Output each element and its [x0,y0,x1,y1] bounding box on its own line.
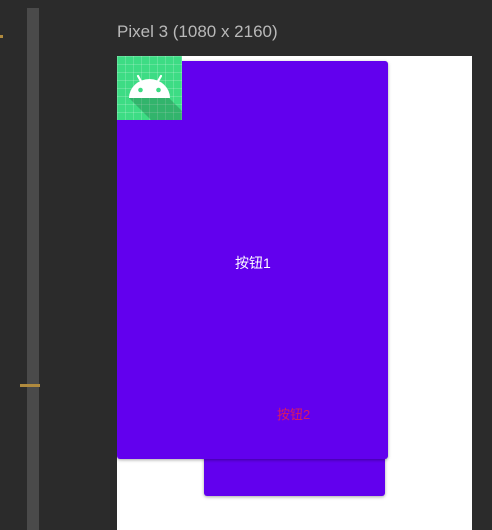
device-screen: 按钮1 按钮2 [117,56,472,530]
left-scroll-rail[interactable] [27,8,39,530]
android-robot-icon [129,74,182,120]
button-1-label: 按钮1 [235,255,271,271]
device-title: Pixel 3 (1080 x 2160) [117,22,278,41]
button-2-label: 按钮2 [277,407,311,422]
edge-tick [0,35,3,38]
android-icon [117,56,182,120]
guideline-marker[interactable] [20,384,40,387]
